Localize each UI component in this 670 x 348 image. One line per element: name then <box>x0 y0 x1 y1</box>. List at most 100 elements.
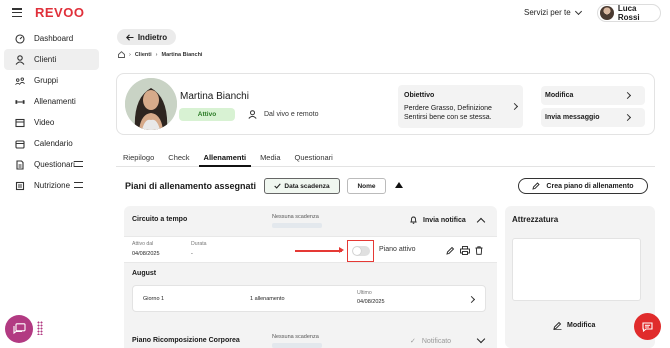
tab-riepilogo[interactable]: Riepilogo <box>116 150 161 166</box>
chevron-down-icon <box>574 7 582 15</box>
send-message-button[interactable]: Invia messaggio <box>541 108 645 127</box>
print-icon[interactable] <box>460 246 470 255</box>
equipment-textarea[interactable] <box>512 238 641 301</box>
training-mode-label: Dal vivo e remoto <box>264 111 319 118</box>
sort-name-button[interactable]: Nome <box>347 178 386 194</box>
video-icon <box>15 118 25 128</box>
plan-deadline: Nessuna scadenza <box>272 214 319 220</box>
sidebar-item-questionari[interactable]: Questionari <box>4 154 99 175</box>
sidebar-item-allenamenti[interactable]: Allenamenti <box>4 91 99 112</box>
group-icon <box>15 76 25 86</box>
breadcrumb-clienti[interactable]: Clienti <box>135 52 152 58</box>
duration-value: - <box>191 251 193 257</box>
trash-icon[interactable] <box>475 246 483 255</box>
breadcrumb-separator: › <box>129 51 131 58</box>
tab-questionari[interactable]: Questionari <box>288 150 340 166</box>
send-notification-label: Invia notifica <box>423 216 466 224</box>
create-plan-button[interactable]: Crea piano di allenamento <box>518 178 648 194</box>
document-icon <box>15 159 25 170</box>
services-dropdown[interactable]: Servizi per te <box>524 7 582 17</box>
sidebar-item-calendario[interactable]: Calendario <box>4 133 99 154</box>
plan-name: Circuito a tempo <box>132 216 188 223</box>
create-plan-label: Crea piano di allenamento <box>546 182 634 190</box>
check-icon: ✓ <box>410 338 416 345</box>
chat-button[interactable] <box>5 315 33 343</box>
day-row[interactable]: Giorno 1 1 allenamento Ultimo 04/08/2025 <box>132 285 486 312</box>
deadline-bar <box>272 223 322 228</box>
tab-media[interactable]: Media <box>253 150 287 166</box>
dashboard-icon <box>15 33 25 44</box>
edit-profile-button[interactable]: Modifica <box>541 86 645 105</box>
tab-allenamenti[interactable]: Allenamenti <box>197 150 254 167</box>
objective-title: Obiettivo <box>404 92 435 99</box>
sidebar-item-clienti[interactable]: Clienti <box>4 49 99 70</box>
send-notification-button[interactable]: Invia notifica <box>410 216 466 224</box>
day-name: Giorno 1 <box>143 296 165 302</box>
user-menu[interactable]: Luca Rossi <box>597 4 661 22</box>
back-label: Indietro <box>137 32 168 42</box>
sort-date-button[interactable]: Data scadenza <box>264 178 340 194</box>
chevron-down-icon[interactable] <box>476 334 486 344</box>
status-badge: Attivo <box>179 108 235 121</box>
breadcrumb: › Clienti › Martina Bianchi <box>118 51 202 58</box>
sidebar-item-label: Allenamenti <box>34 97 76 106</box>
edit-profile-label: Modifica <box>545 92 574 99</box>
client-photo <box>125 78 177 130</box>
plan-name: Piano Ricomposizione Corporea <box>132 337 240 344</box>
check-icon <box>274 183 282 189</box>
person-icon <box>248 110 257 119</box>
training-mode: Dal vivo e remoto <box>248 110 318 119</box>
menu-icon[interactable] <box>12 8 22 18</box>
objective-text: Perdere Grasso, Definizione Sentirsi ben… <box>404 105 492 121</box>
client-tabs: Riepilogo Check Allenamenti Media Questi… <box>116 150 655 167</box>
sidebar-item-gruppi[interactable]: Gruppi <box>4 70 99 91</box>
app-logo[interactable]: REVOO <box>35 5 84 20</box>
deadline-bar <box>272 343 322 348</box>
breadcrumb-separator: › <box>155 51 158 58</box>
last-value: 04/08/2025 <box>357 299 385 305</box>
sort-date-label: Data scadenza <box>284 182 330 190</box>
send-message-label: Invia messaggio <box>545 114 600 121</box>
plan-active-toggle[interactable] <box>352 246 370 256</box>
toggle-highlight <box>347 240 374 262</box>
services-label: Servizi per te <box>524 8 571 17</box>
dumbbell-icon <box>15 97 25 107</box>
message-icon <box>642 321 653 332</box>
sidebar-item-video[interactable]: Video <box>4 112 99 133</box>
sidebar-item-nutrizione[interactable]: Nutrizione <box>4 175 99 196</box>
day-workouts: 1 allenamento <box>250 296 285 302</box>
chevron-up-icon[interactable] <box>476 217 486 227</box>
sidebar-item-label: Dashboard <box>34 34 74 43</box>
list-icon <box>74 182 83 188</box>
home-icon[interactable] <box>118 51 125 58</box>
section-title: Piani di allenamento assegnati <box>125 181 257 191</box>
notified-label: Notificato <box>421 337 452 345</box>
duration-label: Durata <box>191 241 207 247</box>
edit-equipment-button[interactable]: Modifica <box>553 321 595 330</box>
tab-check[interactable]: Check <box>161 150 196 166</box>
objective-card[interactable]: Obiettivo Perdere Grasso, Definizione Se… <box>398 85 523 128</box>
nutrition-icon <box>15 181 25 191</box>
back-button[interactable]: Indietro <box>117 29 176 45</box>
sort-direction-icon[interactable] <box>395 182 403 188</box>
chevron-right-icon <box>623 91 632 100</box>
sidebar-item-label: Video <box>34 118 55 127</box>
client-profile-card: Martina Bianchi Attivo Dal vivo e remoto… <box>116 73 655 135</box>
sidebar-item-label: Questionari <box>34 160 75 169</box>
sidebar-item-label: Calendario <box>34 139 73 148</box>
edit-icon[interactable] <box>446 246 455 255</box>
user-name: Luca Rossi <box>617 4 640 22</box>
plan-active-label: Piano attivo <box>379 246 416 253</box>
support-chat-button[interactable] <box>634 313 661 340</box>
drag-handle[interactable] <box>37 321 43 335</box>
notified-status: ✓ Notificato <box>410 337 452 346</box>
sidebar-item-dashboard[interactable]: Dashboard <box>4 28 99 49</box>
pencil-icon <box>532 182 541 190</box>
bell-icon <box>410 216 417 224</box>
breadcrumb-current: Martina Bianchi <box>161 51 203 58</box>
avatar <box>600 6 614 20</box>
chat-icon <box>12 323 26 335</box>
plan-details-row: Attivo dal 04/08/2025 Durata - Piano att… <box>124 236 497 263</box>
toggle-knob <box>353 247 361 255</box>
chevron-right-icon <box>467 295 476 304</box>
